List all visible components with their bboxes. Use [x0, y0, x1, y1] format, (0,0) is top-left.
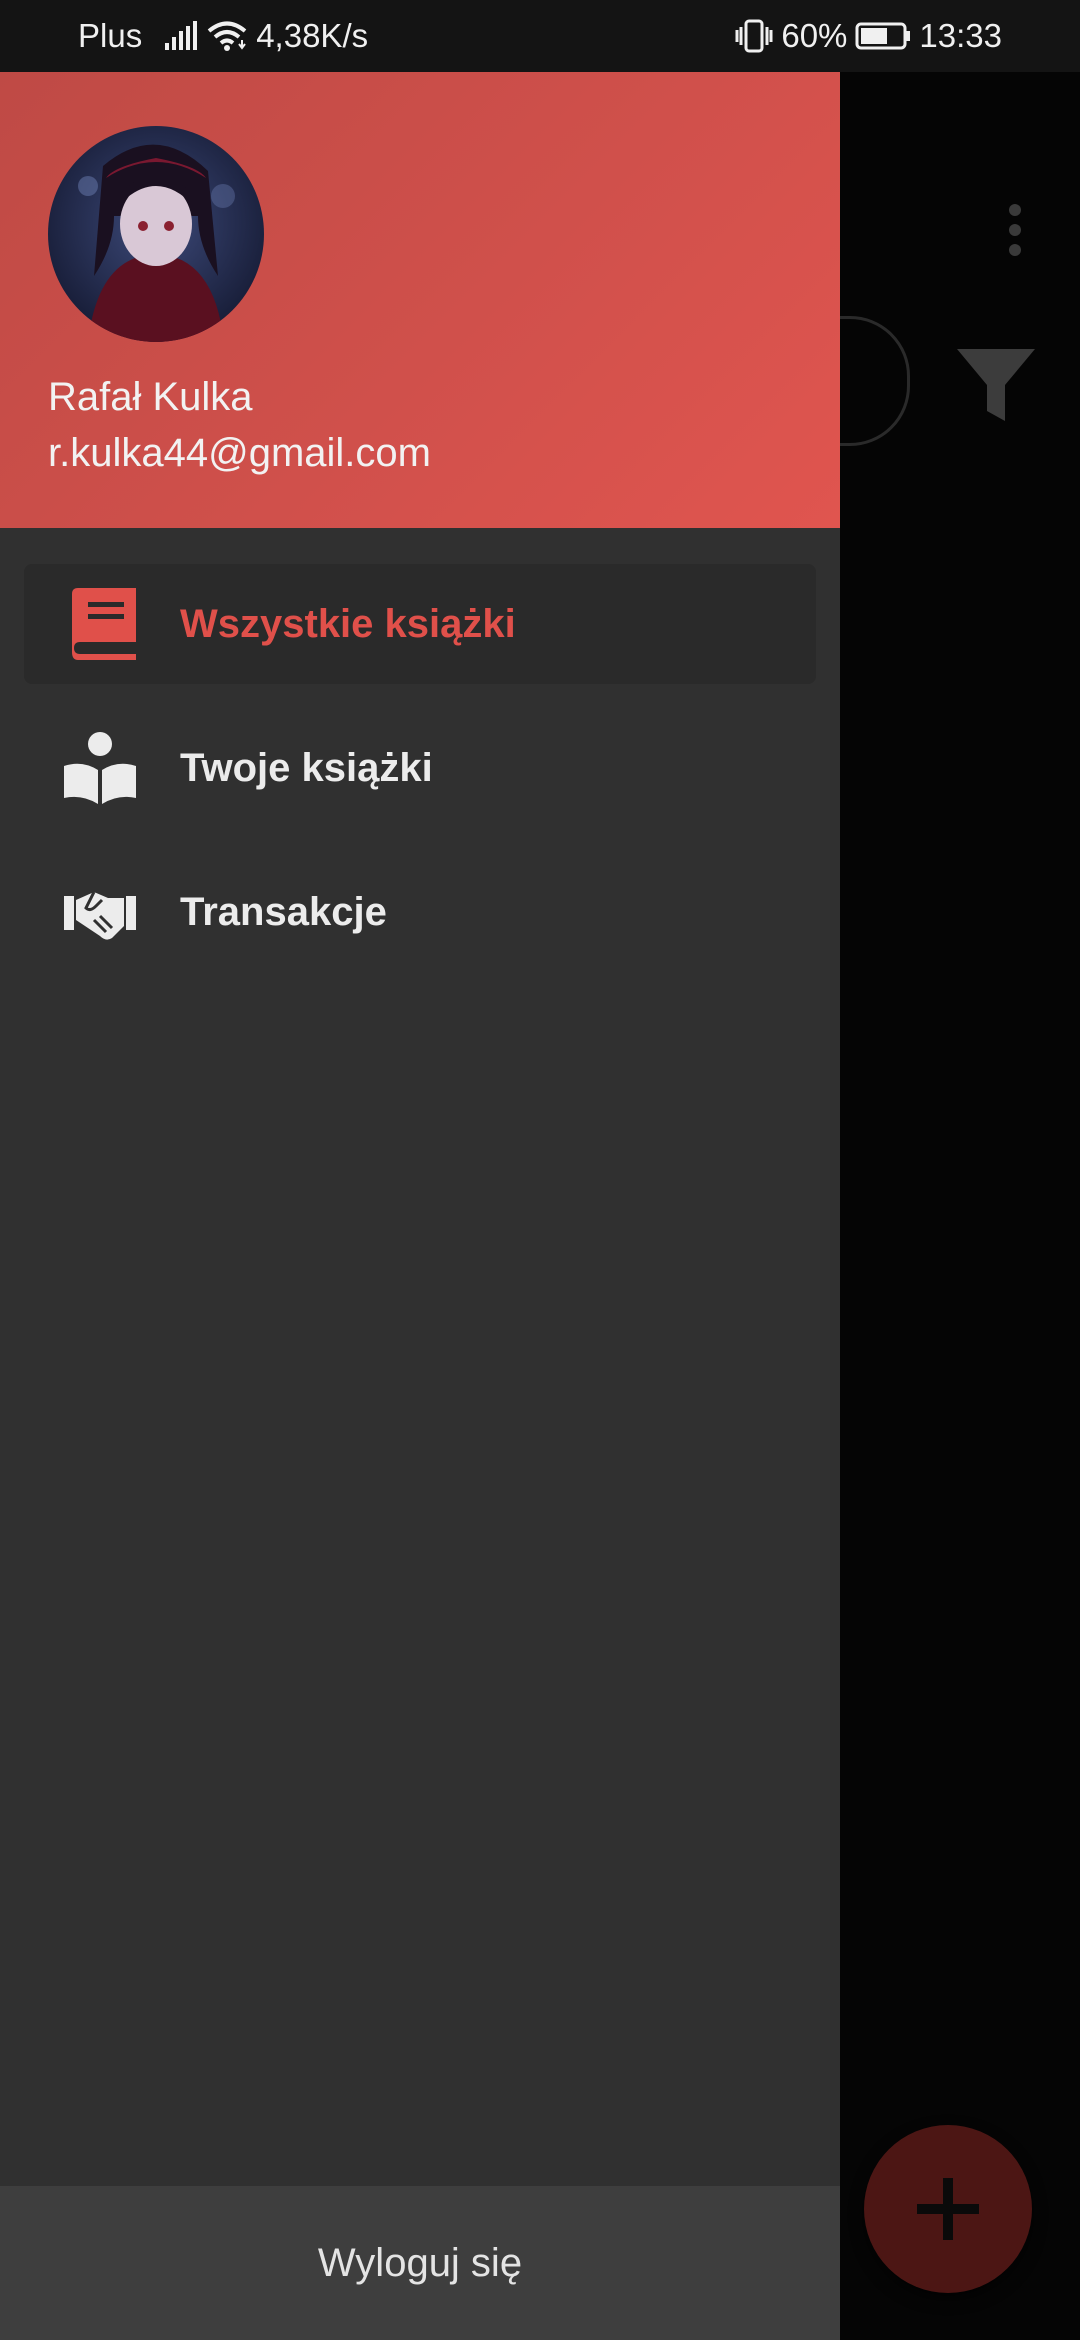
handshake-icon: [64, 891, 136, 940]
signal-icon: [165, 21, 198, 50]
battery-icon: [855, 22, 911, 50]
nav-item-your-books[interactable]: Twoje książki: [24, 708, 816, 828]
add-button[interactable]: [864, 2125, 1032, 2293]
nav-item-label: Transakcje: [180, 890, 387, 934]
nav-item-all-books[interactable]: Wszystkie książki: [24, 564, 816, 684]
plus-icon: [917, 2178, 979, 2240]
wifi-icon: [207, 21, 247, 51]
drawer-header: Rafał Kulka r.kulka44@gmail.com: [0, 72, 840, 528]
nav-item-label: Wszystkie książki: [180, 602, 516, 646]
battery-percent: 60%: [781, 17, 848, 54]
nav-item-label: Twoje książki: [180, 746, 433, 790]
navigation-drawer: Rafał Kulka r.kulka44@gmail.com Wszystki…: [0, 72, 840, 2340]
nav-item-transactions[interactable]: Transakcje: [24, 852, 816, 972]
filter-icon[interactable]: [955, 347, 1037, 423]
reader-icon: [64, 732, 136, 804]
carrier-label: Plus: [78, 17, 143, 54]
status-bar: Plus 4,38K/s 60% 13:33: [0, 0, 1080, 72]
user-name: Rafał Kulka: [48, 375, 253, 419]
book-icon: [72, 588, 136, 660]
vibrate-icon: [735, 19, 773, 53]
logout-button[interactable]: Wyloguj się: [0, 2186, 840, 2340]
more-vert-icon[interactable]: [1000, 200, 1030, 260]
avatar-image: [48, 126, 264, 342]
user-email: r.kulka44@gmail.com: [48, 431, 431, 475]
logout-label: Wyloguj się: [317, 2240, 523, 2285]
avatar[interactable]: [48, 126, 264, 342]
network-speed: 4,38K/s: [256, 17, 369, 54]
clock: 13:33: [919, 17, 1002, 54]
